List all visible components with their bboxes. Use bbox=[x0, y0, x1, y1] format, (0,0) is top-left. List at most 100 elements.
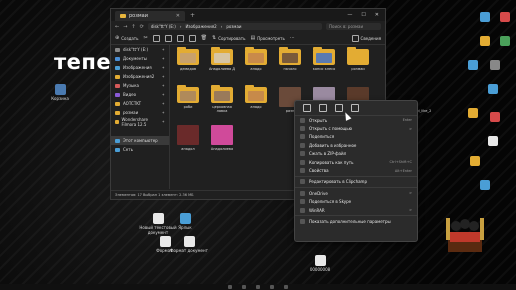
folder-preview bbox=[316, 53, 332, 63]
folder-item[interactable]: начало bbox=[275, 47, 305, 71]
folder-item[interactable]: Анадолиева Д bbox=[207, 47, 237, 71]
video-file-item[interactable]: анадол bbox=[173, 125, 203, 151]
new-button[interactable]: ⊕ Создать bbox=[115, 35, 138, 41]
context-menu-item[interactable]: Поделиться в Skype bbox=[295, 198, 417, 206]
refresh-icon[interactable]: ⟳ bbox=[140, 24, 144, 30]
folder-item[interactable]: церковная лавка bbox=[207, 85, 237, 113]
context-menu-item[interactable]: Поделиться bbox=[295, 133, 417, 141]
folder-item[interactable]: демидов bbox=[173, 47, 203, 71]
sidebar-item[interactable]: Изображения2 ✦ bbox=[111, 72, 169, 81]
delete-icon[interactable] bbox=[351, 104, 359, 112]
desktop-icon[interactable] bbox=[488, 84, 498, 94]
cut-icon[interactable] bbox=[303, 104, 311, 112]
breadcrumb-item[interactable]: Изображения2 bbox=[185, 24, 216, 29]
search-icon[interactable] bbox=[242, 285, 246, 289]
desktop-icon[interactable] bbox=[488, 136, 498, 146]
minimize-icon[interactable]: — bbox=[347, 12, 352, 18]
desktop-icon[interactable] bbox=[480, 36, 490, 46]
item-label: анадо bbox=[250, 105, 262, 109]
folder-icon bbox=[211, 47, 233, 65]
close-icon[interactable]: ✕ bbox=[375, 12, 379, 18]
context-menu-item[interactable]: Открыть с помощью > bbox=[295, 124, 417, 132]
folder-item[interactable]: роби bbox=[173, 85, 203, 109]
rename-icon[interactable] bbox=[335, 104, 343, 112]
menu-item-icon bbox=[300, 168, 305, 174]
paste-icon[interactable] bbox=[164, 34, 172, 42]
context-menu-item[interactable]: Показать дополнительные параметры bbox=[295, 217, 417, 225]
folder-icon bbox=[120, 14, 126, 18]
sidebar-item[interactable]: Изображения ✦ bbox=[111, 63, 169, 72]
desktop-icon[interactable] bbox=[480, 180, 490, 190]
sidebar-item[interactable]: Видео ✦ bbox=[111, 90, 169, 99]
desktop-icon-center[interactable]: 00000008 bbox=[300, 255, 340, 272]
desktop-icon-shortcut[interactable]: Ярлык bbox=[165, 213, 205, 230]
back-icon[interactable]: ← bbox=[115, 24, 119, 30]
desktop-icon[interactable] bbox=[470, 156, 480, 166]
folder-item[interactable]: конис клесо bbox=[309, 47, 339, 71]
sidebar-item-label: Сеть bbox=[123, 147, 133, 152]
pin-icon: ✦ bbox=[161, 110, 165, 115]
sidebar-item[interactable]: Музыка ✦ bbox=[111, 81, 169, 90]
desktop-icon[interactable] bbox=[500, 36, 510, 46]
search-input[interactable]: Поиск в: розмаи bbox=[326, 23, 381, 30]
video-file-item[interactable]: Анадолиева bbox=[207, 125, 237, 151]
forward-icon[interactable]: → bbox=[123, 24, 127, 30]
view-button[interactable]: ▤ Просмотреть bbox=[250, 35, 284, 41]
context-menu-item[interactable]: Редактировать в Clipchamp bbox=[295, 178, 417, 186]
folder-icon bbox=[313, 47, 335, 65]
sidebar-item[interactable]: Документы ✦ bbox=[111, 54, 169, 63]
desktop-icon[interactable] bbox=[490, 112, 500, 122]
rename-icon[interactable] bbox=[176, 34, 184, 42]
app-icon[interactable] bbox=[284, 285, 288, 289]
sort-button[interactable]: ⇅ Сортировать bbox=[212, 35, 245, 41]
sidebar-item[interactable]: Сеть bbox=[111, 145, 169, 154]
start-icon[interactable] bbox=[228, 285, 232, 289]
tab-current[interactable]: розмаи ✕ bbox=[115, 11, 185, 21]
more-icon[interactable]: ⋯ bbox=[290, 35, 295, 41]
folder-icon bbox=[245, 85, 267, 103]
new-tab-icon[interactable]: + bbox=[190, 12, 195, 19]
title-bar[interactable]: розмаи ✕ + — ☐ ✕ bbox=[111, 9, 385, 21]
delete-icon[interactable]: 🗑 bbox=[201, 35, 207, 41]
breadcrumb-item[interactable]: disk"ttʻY (E:) bbox=[151, 24, 176, 29]
folder-item[interactable]: анадо bbox=[241, 47, 271, 71]
menu-item-label: Редактировать в Clipchamp bbox=[309, 179, 367, 185]
sidebar-item[interactable]: AOTCTKT ✦ bbox=[111, 99, 169, 108]
sidebar-item[interactable]: Этот компьютер bbox=[111, 136, 169, 145]
close-tab-icon[interactable]: ✕ bbox=[176, 13, 180, 19]
browser-icon[interactable] bbox=[270, 285, 274, 289]
context-menu-item[interactable]: Копировать как путь Ctrl+Shift+C bbox=[295, 158, 417, 166]
sidebar-item[interactable]: disk"ttʻY (E:) ✦ bbox=[111, 45, 169, 54]
folder-item[interactable]: розмаи bbox=[343, 47, 373, 71]
cut-icon[interactable]: ✂ bbox=[143, 35, 147, 41]
folder-item[interactable]: анадо bbox=[241, 85, 271, 109]
context-menu-item[interactable]: WinRAR > bbox=[295, 206, 417, 214]
desktop-icon-recycle[interactable]: Корзина bbox=[40, 84, 80, 101]
desktop-icon-format2[interactable]: Формат документ bbox=[169, 236, 209, 253]
copy-icon[interactable] bbox=[152, 34, 160, 42]
navigation-pane: disk"ttʻY (E:) ✦ Документы ✦ Изображения ✦ Изо… bbox=[111, 45, 170, 189]
details-button[interactable]: Сведения bbox=[351, 34, 381, 42]
context-menu-item[interactable]: OneDrive > bbox=[295, 189, 417, 197]
maximize-icon[interactable]: ☐ bbox=[361, 12, 365, 18]
up-icon[interactable]: ↑ bbox=[131, 24, 135, 30]
video-thumbnail bbox=[177, 125, 199, 145]
desktop-icon[interactable] bbox=[468, 60, 478, 70]
desktop-icon[interactable] bbox=[480, 12, 490, 22]
context-menu-item[interactable]: Добавить в избранное bbox=[295, 141, 417, 149]
share-icon[interactable] bbox=[188, 34, 196, 42]
breadcrumb[interactable]: disk"ttʻY (E:) › Изображения2 › розмаи bbox=[147, 23, 322, 30]
sidebar-item-icon bbox=[115, 83, 120, 88]
context-menu-item[interactable]: Свойства Alt+Enter bbox=[295, 166, 417, 174]
desktop-icon[interactable] bbox=[468, 108, 478, 118]
desktop-icon[interactable] bbox=[500, 12, 510, 22]
context-menu-item[interactable]: Сжать в ZIP-файл bbox=[295, 150, 417, 158]
context-menu-item[interactable]: Открыть Enter bbox=[295, 116, 417, 124]
sidebar-item[interactable]: Wondershare Filmora 12.5 ✦ bbox=[111, 117, 169, 127]
copy-icon[interactable] bbox=[319, 104, 327, 112]
explorer-icon[interactable] bbox=[256, 285, 260, 289]
menu-item-label: Открыть bbox=[309, 117, 328, 123]
menu-item-shortcut: > bbox=[409, 191, 412, 196]
desktop-icon[interactable] bbox=[490, 60, 500, 70]
breadcrumb-item[interactable]: розмаи bbox=[226, 24, 241, 29]
